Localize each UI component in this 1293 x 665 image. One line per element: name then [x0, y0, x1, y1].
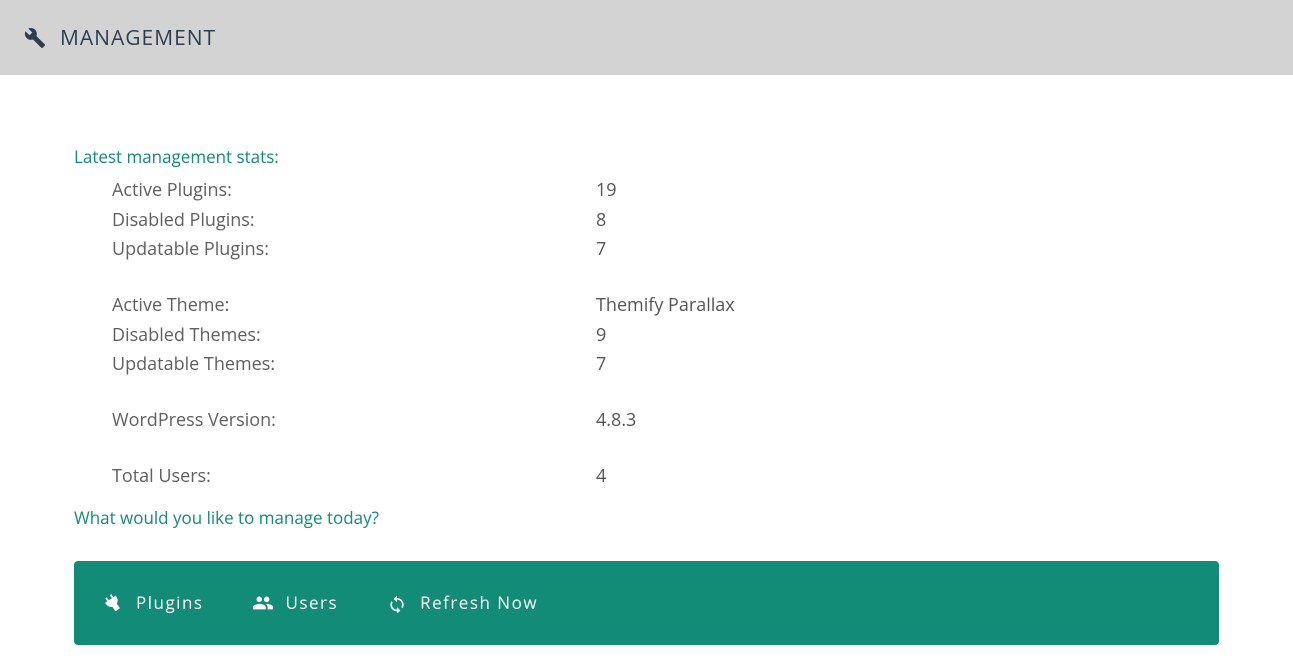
action-label: Refresh Now: [420, 591, 538, 614]
stat-active-theme: Active Theme: Themify Parallax: [112, 291, 1219, 321]
manage-question: What would you like to manage today?: [74, 506, 1219, 529]
stat-label: Active Theme:: [112, 291, 596, 321]
stats-list: Active Plugins: 19 Disabled Plugins: 8 U…: [74, 174, 1219, 492]
stat-value: 9: [596, 321, 606, 351]
stat-label: Disabled Plugins:: [112, 206, 596, 236]
stat-active-plugins: Active Plugins: 19: [112, 176, 1219, 206]
stat-value: 4.8.3: [596, 406, 636, 436]
users-button[interactable]: Users: [252, 591, 339, 614]
content-area: Latest management stats: Active Plugins:…: [0, 75, 1293, 665]
action-label: Users: [286, 591, 339, 614]
stat-updatable-plugins: Updatable Plugins: 7: [112, 235, 1219, 265]
stat-label: Total Users:: [112, 462, 596, 492]
stat-total-users: Total Users: 4: [112, 462, 1219, 492]
stat-label: Updatable Themes:: [112, 350, 596, 380]
users-icon: [252, 592, 274, 614]
stat-value: 7: [596, 350, 606, 380]
wrench-icon: [24, 27, 46, 49]
stat-label: WordPress Version:: [112, 406, 596, 436]
stat-value: 4: [596, 462, 606, 492]
stat-label: Updatable Plugins:: [112, 235, 596, 265]
page-header: MANAGEMENT: [0, 0, 1293, 75]
stat-value: 7: [596, 235, 606, 265]
stat-value: Themify Parallax: [596, 291, 735, 321]
stat-value: 19: [596, 176, 617, 206]
stat-value: 8: [596, 206, 606, 236]
stat-disabled-plugins: Disabled Plugins: 8: [112, 206, 1219, 236]
stat-label: Disabled Themes:: [112, 321, 596, 351]
action-bar: Plugins Users Refresh Now: [74, 561, 1219, 645]
refresh-button[interactable]: Refresh Now: [386, 591, 538, 614]
plugins-button[interactable]: Plugins: [102, 591, 204, 614]
plug-icon: [102, 592, 124, 614]
action-label: Plugins: [136, 591, 204, 614]
page-title: MANAGEMENT: [60, 24, 216, 52]
stat-updatable-themes: Updatable Themes: 7: [112, 350, 1219, 380]
stats-heading: Latest management stats:: [74, 145, 1219, 168]
stat-label: Active Plugins:: [112, 176, 596, 206]
stat-wp-version: WordPress Version: 4.8.3: [112, 406, 1219, 436]
stat-disabled-themes: Disabled Themes: 9: [112, 321, 1219, 351]
refresh-icon: [386, 592, 408, 614]
